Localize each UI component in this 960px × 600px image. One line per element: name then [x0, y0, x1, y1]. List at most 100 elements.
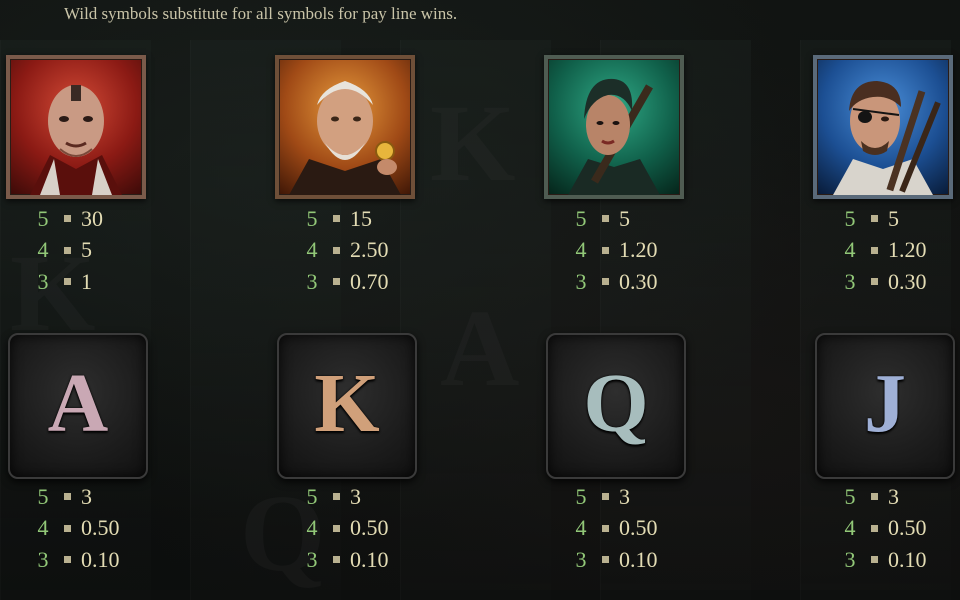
pay-count: 4: [306, 237, 318, 263]
pay-value: 0.10: [350, 546, 389, 572]
paytable-q: 53 4 0.50 3 0.10: [570, 481, 658, 576]
pay-value: 3: [619, 483, 630, 509]
pay-count: 4: [575, 515, 587, 541]
bullet-icon: [64, 246, 71, 254]
bullet-icon: [333, 524, 340, 532]
pay-row: 3 0.30: [570, 266, 658, 298]
pay-row: 4 0.50: [301, 513, 389, 545]
pay-value: 3: [350, 483, 361, 509]
bullet-icon: [64, 556, 71, 564]
pay-count: 3: [37, 268, 49, 294]
symbol-q: Q: [546, 333, 686, 479]
pay-row: 4 0.50: [32, 513, 120, 545]
symbol-k: K: [277, 333, 417, 479]
background-letter: A: [440, 287, 520, 409]
paytable-woman-rifle: 55 4 1.20 3 0.30: [570, 203, 658, 298]
pay-value: 1.20: [888, 237, 927, 263]
bullet-icon: [602, 215, 609, 223]
pay-value: 0.50: [888, 515, 927, 541]
pay-row: 4 0.50: [570, 513, 658, 545]
bullet-icon: [333, 278, 340, 286]
pay-count: 4: [37, 515, 49, 541]
pay-count: 4: [844, 237, 856, 263]
old-man-portrait: [289, 81, 401, 195]
symbol-j: J: [815, 333, 955, 479]
paytable-k: 53 4 0.50 3 0.10: [301, 481, 389, 576]
pay-count: 5: [306, 205, 318, 231]
bullet-icon: [602, 524, 609, 532]
pay-value: 2.50: [350, 237, 389, 263]
bullet-icon: [602, 278, 609, 286]
bullet-icon: [871, 493, 878, 501]
letter-k: K: [314, 357, 380, 450]
pay-count: 3: [37, 546, 49, 572]
symbol-old-man-coin: [275, 55, 415, 199]
pay-count: 5: [306, 483, 318, 509]
pay-row: 4 0.50: [839, 513, 927, 545]
bullet-icon: [871, 215, 878, 223]
bullet-icon: [333, 556, 340, 564]
pay-count: 3: [844, 546, 856, 572]
pay-value: 1: [81, 268, 92, 294]
pay-value: 0.50: [350, 515, 389, 541]
pay-count: 5: [844, 205, 856, 231]
pay-count: 4: [575, 237, 587, 263]
pay-row: 4 1.20: [839, 235, 927, 267]
bullet-icon: [871, 524, 878, 532]
pay-count: 5: [844, 483, 856, 509]
pay-count: 5: [575, 483, 587, 509]
pay-row: 53: [32, 481, 120, 513]
bullet-icon: [64, 493, 71, 501]
pay-count: 5: [575, 205, 587, 231]
bullet-icon: [602, 246, 609, 254]
pay-row: 3 0.10: [32, 544, 120, 576]
pay-value: 0.10: [888, 546, 927, 572]
bullet-icon: [64, 215, 71, 223]
symbol-woman-rifle: [544, 55, 684, 199]
pay-value: 30: [81, 205, 103, 231]
bullet-icon: [602, 556, 609, 564]
pay-count: 4: [306, 515, 318, 541]
paytable-old-man-coin: 5 15 4 2.50 3 0.70: [301, 203, 389, 298]
pay-count: 4: [37, 237, 49, 263]
pay-count: 3: [575, 268, 587, 294]
pay-value: 5: [888, 205, 899, 231]
paytable-bald-man: 5 30 45 31: [32, 203, 104, 298]
pay-row: 3 0.30: [839, 266, 927, 298]
pay-value: 0.30: [619, 268, 658, 294]
symbol-eyepatch-man: [813, 55, 953, 199]
pay-row: 53: [570, 481, 658, 513]
eyepatch-man-portrait: [833, 81, 941, 195]
bullet-icon: [871, 278, 878, 286]
pay-row: 53: [301, 481, 389, 513]
bullet-icon: [871, 246, 878, 254]
pay-count: 3: [306, 268, 318, 294]
pay-value: 5: [619, 205, 630, 231]
pay-row: 55: [570, 203, 658, 235]
pay-value: 0.30: [888, 268, 927, 294]
pay-row: 53: [839, 481, 927, 513]
bullet-icon: [64, 524, 71, 532]
symbol-a: A: [8, 333, 148, 479]
bullet-icon: [333, 493, 340, 501]
pay-count: 4: [844, 515, 856, 541]
pay-row: 31: [32, 266, 103, 298]
bullet-icon: [602, 493, 609, 501]
pay-value: 3: [81, 483, 92, 509]
pay-value: 0.10: [81, 546, 120, 572]
pay-count: 5: [37, 483, 49, 509]
pay-value: 0.50: [619, 515, 658, 541]
pay-row: 3 0.10: [839, 544, 927, 576]
pay-count: 3: [306, 546, 318, 572]
pay-count: 3: [844, 268, 856, 294]
pay-row: 3 0.70: [301, 266, 389, 298]
pay-row: 45: [32, 235, 103, 267]
pay-row: 55: [839, 203, 927, 235]
pay-value: 5: [81, 237, 92, 263]
pay-row: 5 15: [301, 203, 389, 235]
background-letter: K: [430, 82, 516, 204]
pay-row: 3 0.10: [570, 544, 658, 576]
intro-text: Wild symbols substitute for all symbols …: [64, 4, 458, 23]
pay-row: 3 0.10: [301, 544, 389, 576]
pay-row: 4 1.20: [570, 235, 658, 267]
